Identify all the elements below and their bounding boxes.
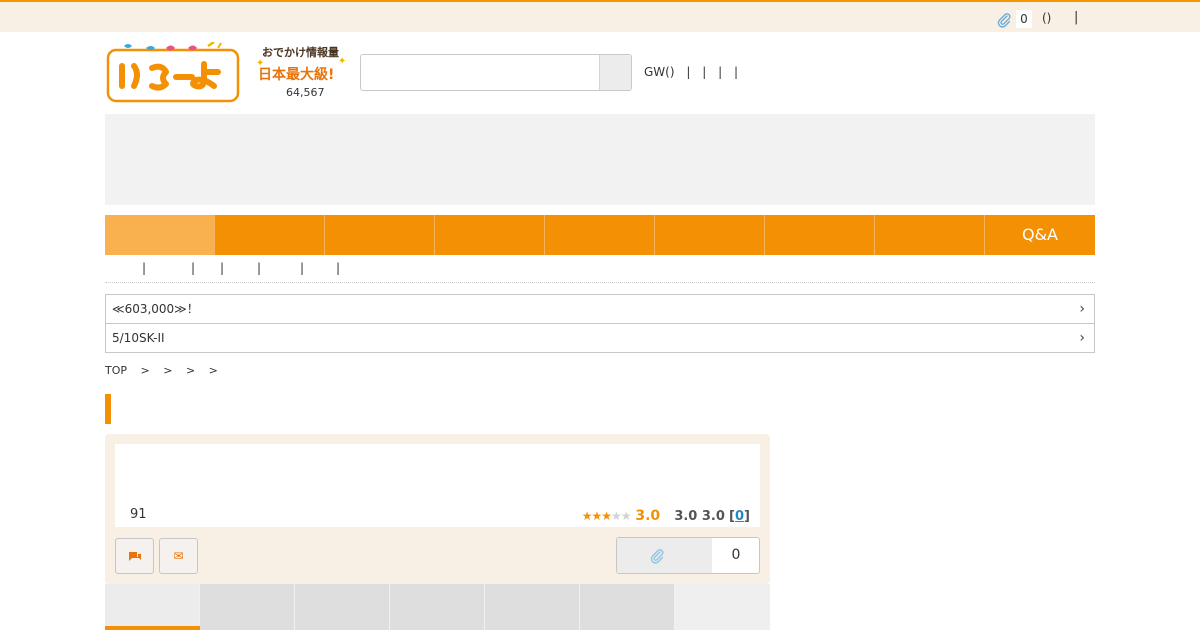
search-input[interactable]	[361, 55, 599, 90]
notice-row[interactable]: ≪603,000≫！ ›	[105, 294, 1095, 324]
spot-tab[interactable]	[390, 584, 485, 630]
sub-nav: | | | | | |	[105, 261, 1095, 283]
clip-button[interactable]: 0	[616, 537, 760, 574]
spot-tabs	[105, 584, 770, 630]
user-link[interactable]: ()	[1042, 11, 1051, 25]
spot-count: 64,567	[286, 86, 325, 99]
chat-icon	[128, 551, 141, 561]
topbar-separator: |	[1074, 10, 1079, 25]
chevron-right-icon: ›	[1079, 301, 1085, 317]
review-count-link[interactable]: 0	[735, 509, 744, 524]
breadcrumb-separator: >	[185, 364, 196, 377]
breadcrumb-separator: >	[208, 364, 218, 377]
subnav-separator: |	[336, 261, 341, 275]
spot-tab[interactable]	[580, 584, 675, 630]
notice-row[interactable]: 5/10SK-II ›	[105, 323, 1095, 353]
nav-tab[interactable]	[215, 215, 325, 255]
spot-info-panel: 91 ★★★★★ 3.0 3.0 3.0 [0]	[115, 444, 760, 527]
paperclip-icon	[650, 549, 664, 564]
nav-tab[interactable]	[325, 215, 435, 255]
spot-tab[interactable]	[295, 584, 390, 630]
header-link-separator: |	[686, 65, 691, 79]
star-icon: ★	[620, 509, 632, 523]
nav-tab[interactable]	[545, 215, 655, 255]
nav-tab[interactable]	[105, 215, 215, 255]
subnav-separator: |	[142, 261, 147, 275]
spot-tab[interactable]	[105, 584, 200, 630]
nav-tab[interactable]	[765, 215, 875, 255]
chevron-right-icon: ›	[1079, 330, 1085, 346]
spot-card: 91 ★★★★★ 3.0 3.0 3.0 [0] ✉ 0	[105, 434, 770, 584]
star-icon: ★	[601, 509, 612, 523]
spot-tab-spacer	[675, 584, 770, 630]
header-link-separator: |	[733, 65, 739, 79]
clip-count-badge[interactable]: 0	[1016, 10, 1032, 28]
header-links: GW() | | | |	[644, 65, 746, 79]
nav-tab-qa[interactable]: Q&A	[985, 215, 1095, 255]
spot-rating: ★★★★★ 3.0 3.0 3.0 [0]	[582, 508, 750, 524]
star-icon: ★	[611, 509, 622, 523]
review-bracket-close: ]	[744, 509, 750, 524]
mail-button[interactable]: ✉	[159, 538, 198, 574]
spot-tab[interactable]	[200, 584, 295, 630]
header-link-separator: |	[702, 65, 707, 79]
site-logo[interactable]	[106, 42, 240, 104]
rating-stars: ★★★★★	[582, 509, 634, 523]
paperclip-icon[interactable]	[996, 12, 1012, 28]
clip-count: 0	[731, 547, 741, 563]
star-icon: ★	[581, 509, 593, 523]
main-nav: Q&A	[105, 215, 1095, 255]
tagline-line2: 日本最大級!	[258, 67, 335, 83]
subnav-separator: |	[257, 261, 262, 275]
mail-icon: ✉	[173, 549, 184, 563]
breadcrumb: TOP > > > >	[105, 364, 228, 377]
nav-tab[interactable]	[875, 215, 985, 255]
subnav-separator: |	[191, 261, 196, 275]
star-icon: ★	[591, 509, 602, 523]
subnav-separator: |	[300, 261, 305, 275]
site-tagline: おでかけ情報量 ✦ 日本最大級! ✦ 64,567	[256, 44, 347, 102]
breadcrumb-separator: >	[163, 364, 173, 377]
spot-number: 91	[130, 507, 147, 522]
top-bar: 0 () |	[0, 0, 1200, 32]
search-button[interactable]	[599, 55, 631, 90]
chat-button[interactable]	[115, 538, 154, 574]
gw-link[interactable]: GW()	[644, 65, 675, 79]
sparkle-icon: ✦	[338, 56, 347, 67]
subnav-separator: |	[220, 261, 225, 275]
notice-text: ≪603,000≫！	[112, 302, 199, 316]
rating-score: 3.0	[635, 508, 661, 524]
spot-tab[interactable]	[485, 584, 580, 630]
tagline-line1: おでかけ情報量	[262, 46, 339, 59]
search-box	[360, 54, 632, 91]
breadcrumb-separator: >	[140, 364, 150, 377]
rating-sub-scores: 3.0 3.0	[674, 509, 725, 524]
header-link-separator: |	[718, 65, 723, 79]
notice-text: 5/10SK-II	[112, 331, 165, 345]
page-title-marker	[105, 394, 111, 424]
nav-tab[interactable]	[435, 215, 545, 255]
breadcrumb-top[interactable]: TOP	[105, 364, 127, 377]
ad-banner-area	[105, 114, 1095, 205]
clip-button-label	[617, 538, 712, 573]
nav-tab[interactable]	[655, 215, 765, 255]
